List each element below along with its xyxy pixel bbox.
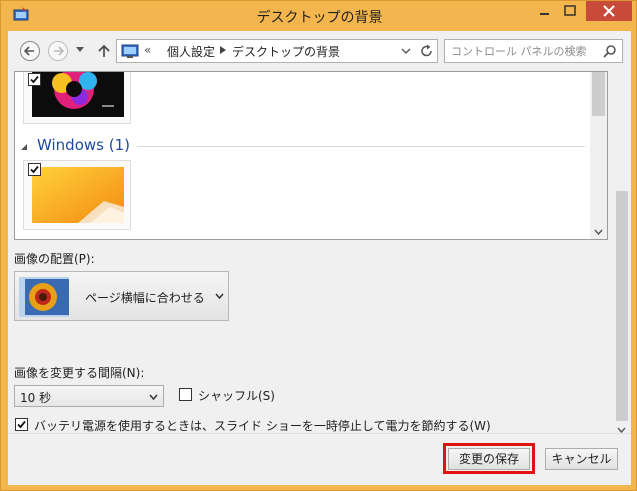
scrollbar-thumb[interactable] [616,191,628,421]
maximize-icon [564,5,576,16]
minimize-button[interactable] [531,1,557,21]
forward-arrow-icon [54,46,65,56]
position-preview-icon [19,277,69,317]
maximize-button[interactable] [557,1,583,21]
overflow-chevron[interactable]: « [144,43,151,57]
recent-locations-icon[interactable] [76,47,84,53]
forward-button[interactable] [48,41,68,61]
checkmark-icon [17,420,26,429]
close-icon [603,5,615,17]
back-arrow-icon [23,46,34,56]
search-input[interactable] [451,43,599,59]
wallpaper-thumbnail-splash [32,72,124,117]
breadcrumb-separator-icon[interactable] [220,46,226,54]
group-divider [137,146,585,147]
interval-label: 画像を変更する間隔(N): [14,366,145,380]
shuffle-checkbox[interactable] [179,388,192,401]
breadcrumb-personalization[interactable]: 個人設定 [167,43,215,60]
wallpaper-tile[interactable] [23,160,131,230]
gallery-scrollbar[interactable] [590,72,607,239]
breadcrumb-desktop-background[interactable]: デスクトップの背景 [232,43,340,60]
title-bar: デスクトップの背景 [1,1,637,33]
picture-position-value: ページ横幅に合わせる [85,291,205,305]
chevron-down-icon[interactable] [594,229,603,235]
picture-position-label: 画像の配置(P): [14,252,95,266]
client-area: « 個人設定 デスクトップの背景 コントロール パネルの検索 Windows (… [8,31,631,485]
cancel-button[interactable]: キャンセル [545,448,618,470]
chevron-down-icon[interactable] [215,293,224,299]
search-box[interactable] [444,39,623,63]
close-button[interactable] [586,1,632,21]
wallpaper-gallery: Windows (1) [14,71,608,240]
picture-position-select[interactable]: ページ横幅に合わせる [14,271,229,321]
checkmark-icon [30,165,39,174]
battery-pause-label[interactable]: バッテリ電源を使用するときは、スライド ショーを一時停止して電力を節約する(W) [34,417,491,434]
refresh-icon[interactable] [420,44,434,58]
highlight-box [443,443,535,474]
search-icon[interactable] [603,44,617,58]
back-button[interactable] [20,41,40,61]
window: デスクトップの背景 « 個人設定 デスクトップの背景 コントロール パネルの検索… [0,0,637,491]
page-scrollbar[interactable] [613,71,631,433]
checkmark-icon [30,75,39,84]
group-heading-windows[interactable]: Windows (1) [37,136,130,154]
wallpaper-checkbox[interactable] [28,73,41,86]
up-arrow-icon[interactable] [98,44,110,58]
wallpaper-checkbox[interactable] [28,163,41,176]
wallpaper-thumbnail-windows [32,167,124,223]
minimize-icon [540,13,549,15]
wallpaper-tile[interactable] [23,72,131,124]
battery-pause-checkbox[interactable] [15,418,28,431]
interval-value: 10 秒 [20,391,52,405]
footer-divider [8,433,631,434]
shuffle-label[interactable]: シャッフル(S) [198,387,275,404]
navigation-bar: « 個人設定 デスクトップの背景 [8,31,631,71]
address-bar[interactable]: « 個人設定 デスクトップの背景 [116,39,438,63]
scrollbar-thumb[interactable] [592,72,605,116]
chevron-down-icon[interactable] [149,394,158,400]
control-panel-icon [121,44,139,58]
interval-select[interactable]: 10 秒 [14,385,164,407]
chevron-down-icon[interactable] [401,48,411,54]
collapse-triangle-icon[interactable] [21,144,27,150]
